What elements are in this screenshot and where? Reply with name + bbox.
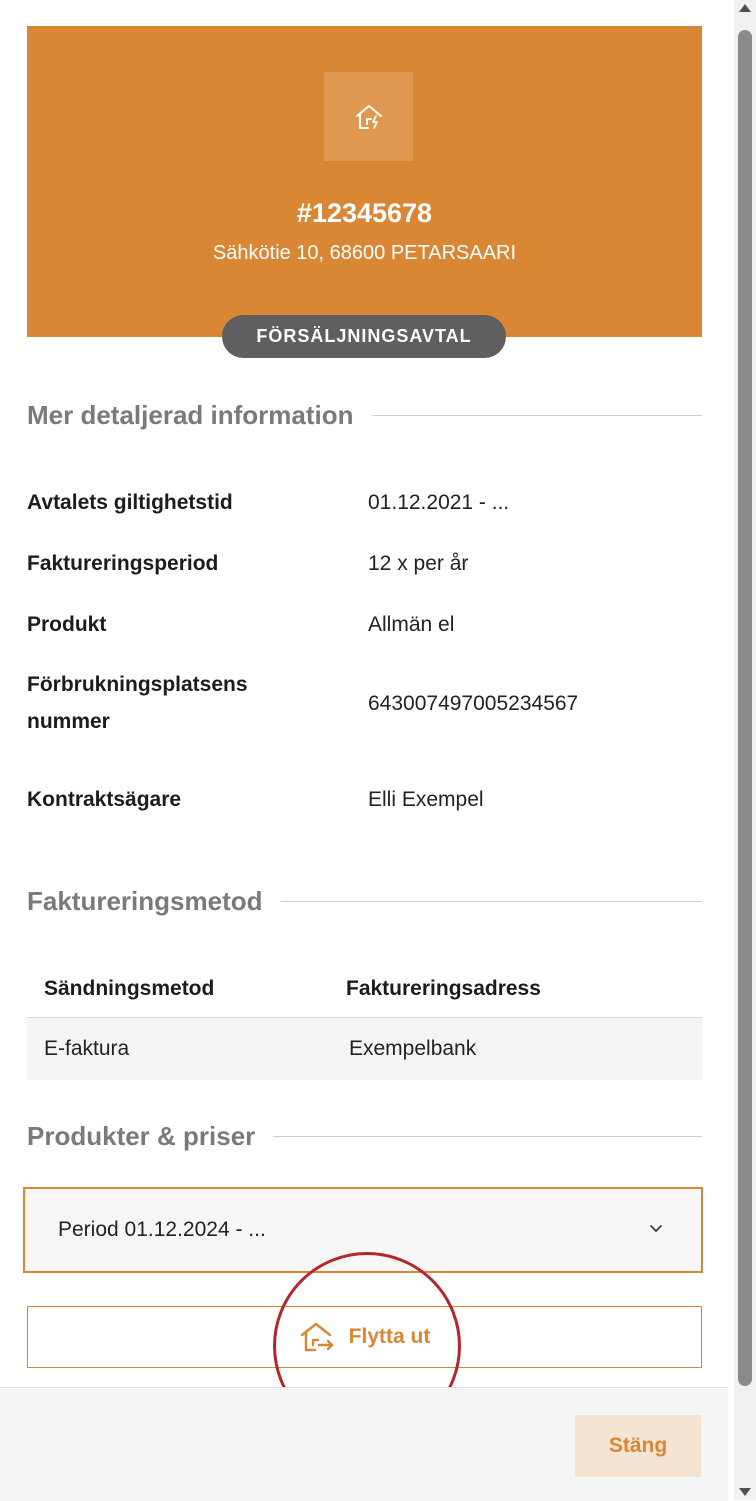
contract-id: #12345678: [296, 198, 433, 228]
details-heading: Mer detaljerad information: [27, 395, 702, 435]
close-button[interactable]: Stäng: [575, 1415, 701, 1477]
divider: [273, 1135, 702, 1137]
house-electricity-icon: [324, 72, 413, 161]
detail-label: Förbrukningsplatsens nummer: [27, 673, 248, 733]
scroll-down-arrow-icon[interactable]: [739, 1488, 751, 1496]
scrollbar[interactable]: [734, 0, 756, 1500]
divider: [371, 414, 702, 416]
cell-billing-address: Exempelbank: [349, 1037, 477, 1060]
detail-label: Kontraktsägare: [27, 788, 182, 811]
period-select[interactable]: Period 01.12.2024 - ...: [23, 1187, 703, 1273]
detail-value: 12 x per år: [368, 552, 469, 575]
period-select-value: Period 01.12.2024 - ...: [58, 1218, 266, 1241]
detail-value: Allmän el: [368, 613, 455, 636]
contract-header-card: #12345678 Sähkötie 10, 68600 PETARSAARI: [27, 26, 702, 337]
detail-value: Elli Exempel: [368, 788, 484, 811]
details-heading-text: Mer detaljerad information: [27, 399, 354, 430]
detail-label: Avtalets giltighetstid: [27, 491, 233, 514]
column-header-send-method: Sändningsmetod: [44, 977, 215, 1000]
detail-value: 643007497005234567: [368, 692, 579, 715]
scrollbar-thumb[interactable]: [738, 30, 752, 1386]
products-heading-text: Produkter & priser: [27, 1120, 256, 1151]
products-heading: Produkter & priser: [27, 1116, 702, 1156]
contract-type-badge: FÖRSÄLJNINGSAVTAL: [222, 315, 506, 358]
chevron-down-icon: [650, 1225, 662, 1232]
table-row: E-faktura Exempelbank: [27, 1018, 702, 1080]
detail-label: Faktureringsperiod: [27, 552, 219, 575]
contract-address: Sähkötie 10, 68600 PETARSAARI: [212, 242, 517, 264]
house-move-out-icon: [300, 1322, 333, 1352]
column-header-billing-address: Faktureringsadress: [346, 977, 541, 1000]
move-out-label: Flytta ut: [348, 1325, 431, 1348]
move-out-button[interactable]: Flytta ut: [27, 1306, 702, 1368]
detail-label: Produkt: [27, 613, 107, 636]
cell-send-method: E-faktura: [44, 1037, 130, 1060]
billing-heading: Faktureringsmetod: [27, 881, 702, 921]
billing-table-header: Sändningsmetod Faktureringsadress: [27, 960, 702, 1018]
scroll-up-arrow-icon[interactable]: [739, 4, 751, 12]
detail-value: 01.12.2021 - ...: [368, 491, 510, 514]
billing-heading-text: Faktureringsmetod: [27, 885, 263, 916]
divider: [280, 900, 702, 902]
